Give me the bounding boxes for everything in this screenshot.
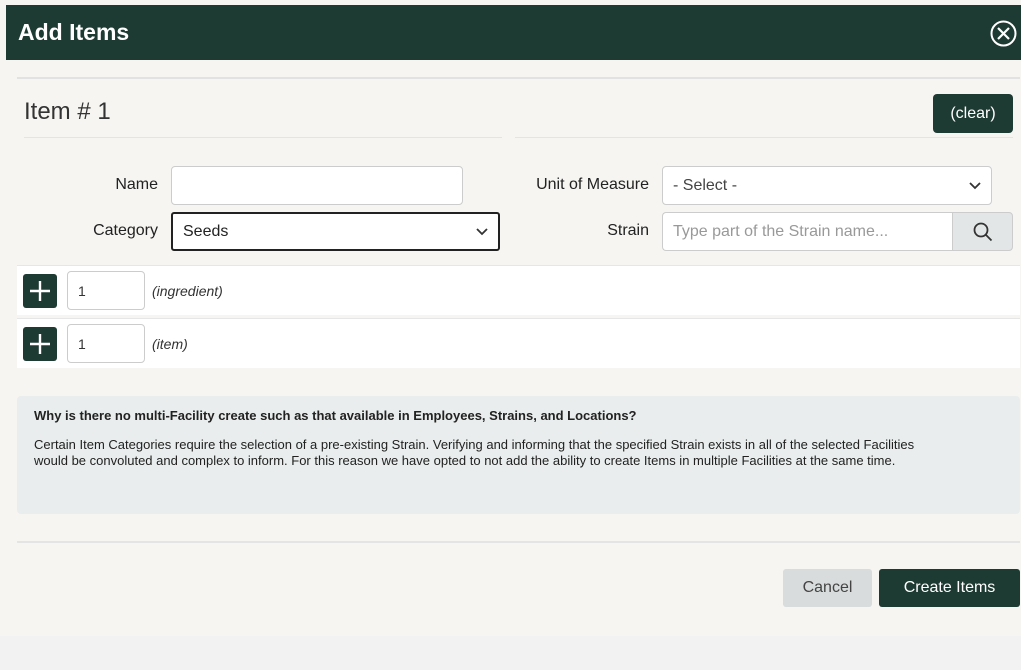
add-item-button[interactable] (23, 327, 57, 361)
add-ingredient-button[interactable] (23, 274, 57, 308)
chevron-down-icon (476, 227, 488, 235)
dialog-titlebar: Add Items (6, 5, 1021, 60)
dialog-title: Add Items (18, 19, 130, 45)
footer-band (0, 636, 1021, 670)
ingredient-note: (ingredient) (152, 283, 223, 299)
item-quantity-input[interactable]: 1 (67, 324, 145, 363)
info-question: Why is there no multi-Facility create su… (34, 408, 637, 423)
search-icon (973, 222, 992, 241)
heading-underline-left (24, 137, 502, 138)
heading-underline-right (515, 137, 1013, 138)
category-select-value: Seeds (183, 222, 229, 240)
item-note: (item) (152, 336, 188, 352)
unit-of-measure-select-value: - Select - (673, 176, 738, 194)
plus-icon (30, 334, 50, 354)
create-items-button[interactable]: Create Items (879, 569, 1020, 607)
strain-label: Strain (607, 222, 649, 239)
strain-search-button[interactable] (952, 212, 1013, 251)
unit-of-measure-label: Unit of Measure (536, 176, 649, 193)
strain-search-input[interactable]: Type part of the Strain name... (662, 212, 953, 251)
close-button[interactable] (990, 20, 1017, 47)
ingredient-quantity-input[interactable]: 1 (67, 271, 145, 310)
item-row: 1 (item) (17, 318, 1020, 368)
chevron-down-icon (969, 181, 981, 189)
info-body: Certain Item Categories require the sele… (34, 437, 915, 468)
cancel-button[interactable]: Cancel (783, 569, 872, 607)
name-label: Name (115, 176, 158, 193)
close-icon (990, 20, 1017, 47)
top-divider (17, 77, 1020, 79)
ingredient-row: 1 (ingredient) (17, 265, 1020, 315)
name-input[interactable] (171, 166, 463, 205)
info-box: Why is there no multi-Facility create su… (17, 396, 1020, 514)
unit-of-measure-select[interactable]: - Select - (662, 166, 992, 205)
plus-icon (30, 281, 50, 301)
item-quantity-value: 1 (78, 335, 86, 352)
bottom-divider (17, 541, 1020, 543)
category-label: Category (93, 222, 158, 239)
clear-button[interactable]: (clear) (933, 94, 1013, 133)
item-heading: Item # 1 (24, 98, 111, 125)
ingredient-quantity-value: 1 (78, 282, 86, 299)
category-select[interactable]: Seeds (171, 212, 500, 251)
strain-placeholder: Type part of the Strain name... (673, 222, 889, 240)
